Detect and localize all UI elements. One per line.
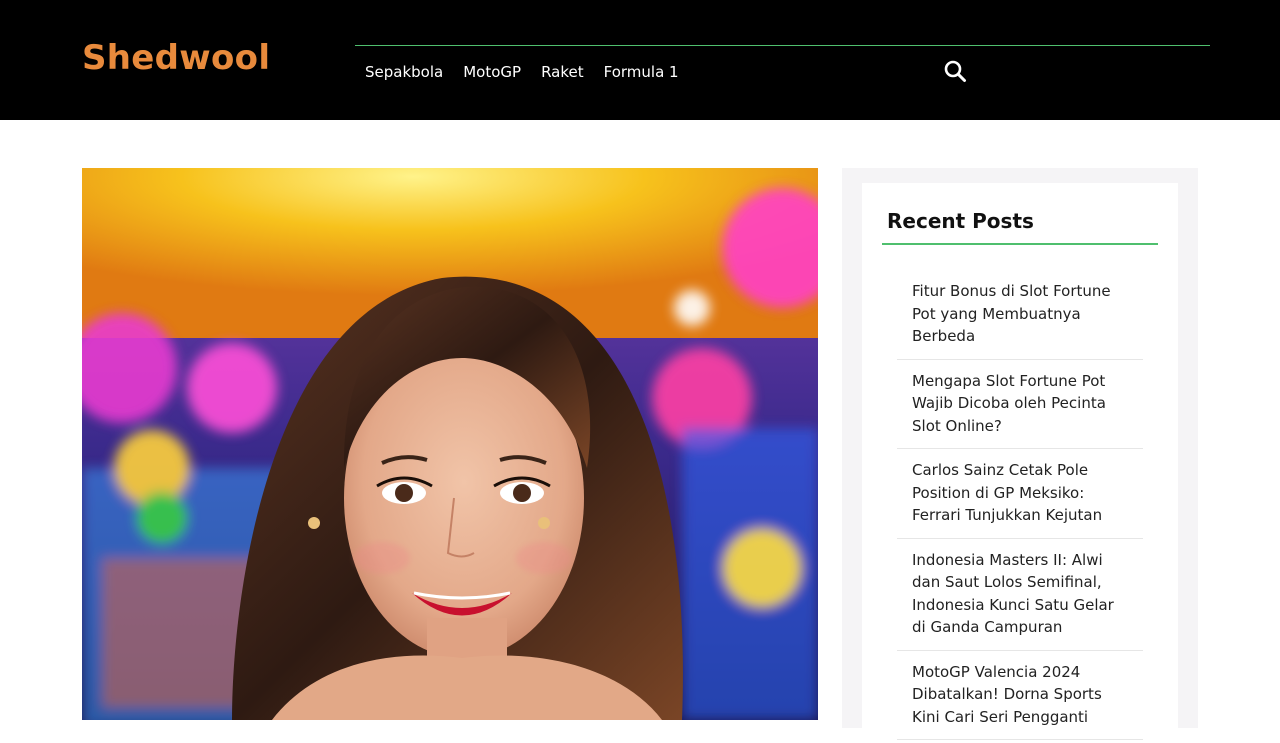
main-nav: Sepakbola MotoGP Raket Formula 1 <box>355 60 689 84</box>
recent-post-link[interactable]: Indonesia Masters II: Alwi dan Saut Lolo… <box>912 549 1128 639</box>
recent-post-link[interactable]: MotoGP Valencia 2024 Dibatalkan! Dorna S… <box>912 661 1128 729</box>
nav-item-formula-1[interactable]: Formula 1 <box>594 60 689 84</box>
list-item: Carlos Sainz Cetak Pole Position di GP M… <box>897 449 1143 539</box>
list-item: Indonesia Masters II: Alwi dan Saut Lolo… <box>897 539 1143 651</box>
list-item: Mengapa Slot Fortune Pot Wajib Dicoba ol… <box>897 360 1143 449</box>
sidebar: Recent Posts Fitur Bonus di Slot Fortune… <box>842 168 1198 743</box>
recent-post-link[interactable]: Fitur Bonus di Slot Fortune Pot yang Mem… <box>912 280 1128 348</box>
site-header: Shedwool Sepakbola MotoGP Raket Formula … <box>0 0 1280 120</box>
nav-item-raket[interactable]: Raket <box>531 60 594 84</box>
nav-item-sepakbola[interactable]: Sepakbola <box>355 60 453 84</box>
list-item: MotoGP Valencia 2024 Dibatalkan! Dorna S… <box>897 651 1143 740</box>
recent-post-link[interactable]: Mengapa Slot Fortune Pot Wajib Dicoba ol… <box>912 370 1128 438</box>
featured-image[interactable] <box>82 168 818 720</box>
site-logo[interactable]: Shedwool <box>82 38 270 78</box>
widget-title: Recent Posts <box>887 209 1034 233</box>
recent-post-link[interactable]: Carlos Sainz Cetak Pole Position di GP M… <box>912 459 1128 527</box>
featured-image-art <box>82 168 818 720</box>
search-icon[interactable] <box>943 59 967 83</box>
widget-title-underline <box>882 243 1158 245</box>
recent-posts-widget: Recent Posts Fitur Bonus di Slot Fortune… <box>862 183 1178 743</box>
nav-divider <box>355 45 1210 46</box>
nav-item-motogp[interactable]: MotoGP <box>453 60 531 84</box>
list-item: Fitur Bonus di Slot Fortune Pot yang Mem… <box>897 275 1143 360</box>
recent-posts-list: Fitur Bonus di Slot Fortune Pot yang Mem… <box>897 275 1143 740</box>
